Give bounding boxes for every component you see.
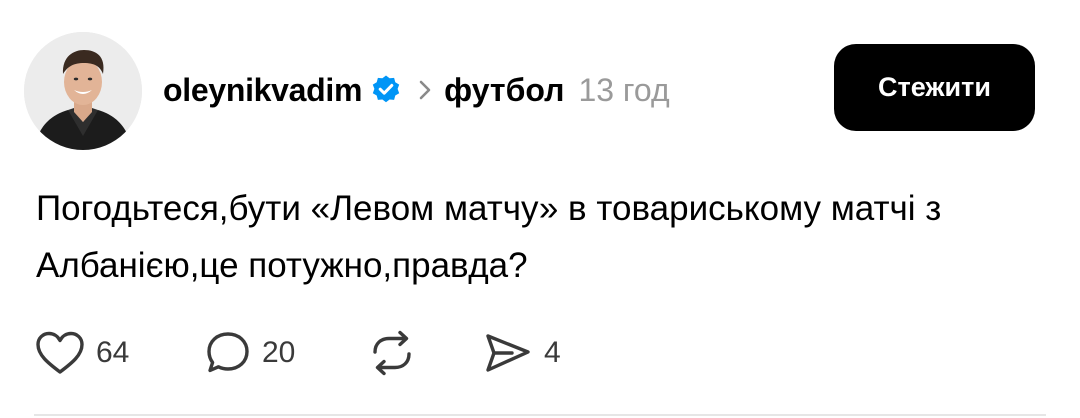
verified-badge-icon <box>370 74 402 106</box>
post-actions: 64 20 4 <box>34 328 654 378</box>
like-button[interactable]: 64 <box>34 328 129 378</box>
topic-link[interactable]: футбол <box>444 72 564 109</box>
repost-icon <box>373 330 411 376</box>
heart-icon <box>36 331 84 374</box>
post-text: Погодьтеся,бути «Левом матчу» в товарись… <box>36 189 942 285</box>
repost-button[interactable] <box>366 328 418 378</box>
username-link[interactable]: oleynikvadim <box>163 72 362 109</box>
like-count: 64 <box>96 336 130 369</box>
share-button[interactable]: 4 <box>482 328 561 378</box>
post-timestamp: 13 год <box>578 71 670 108</box>
comment-button[interactable]: 20 <box>204 328 295 378</box>
divider <box>34 414 1046 416</box>
chevron-right-icon <box>416 78 434 102</box>
post-card: oleynikvadim футбол 13 год Стежити Погод… <box>0 0 1080 418</box>
share-icon <box>486 334 530 372</box>
post-header: oleynikvadim футбол 13 год <box>163 68 670 112</box>
user-avatar-image <box>24 32 142 150</box>
comment-count: 20 <box>262 336 296 369</box>
comment-icon <box>207 332 249 373</box>
follow-button[interactable]: Стежити <box>834 44 1035 131</box>
share-count: 4 <box>544 336 561 369</box>
avatar[interactable] <box>24 32 142 150</box>
